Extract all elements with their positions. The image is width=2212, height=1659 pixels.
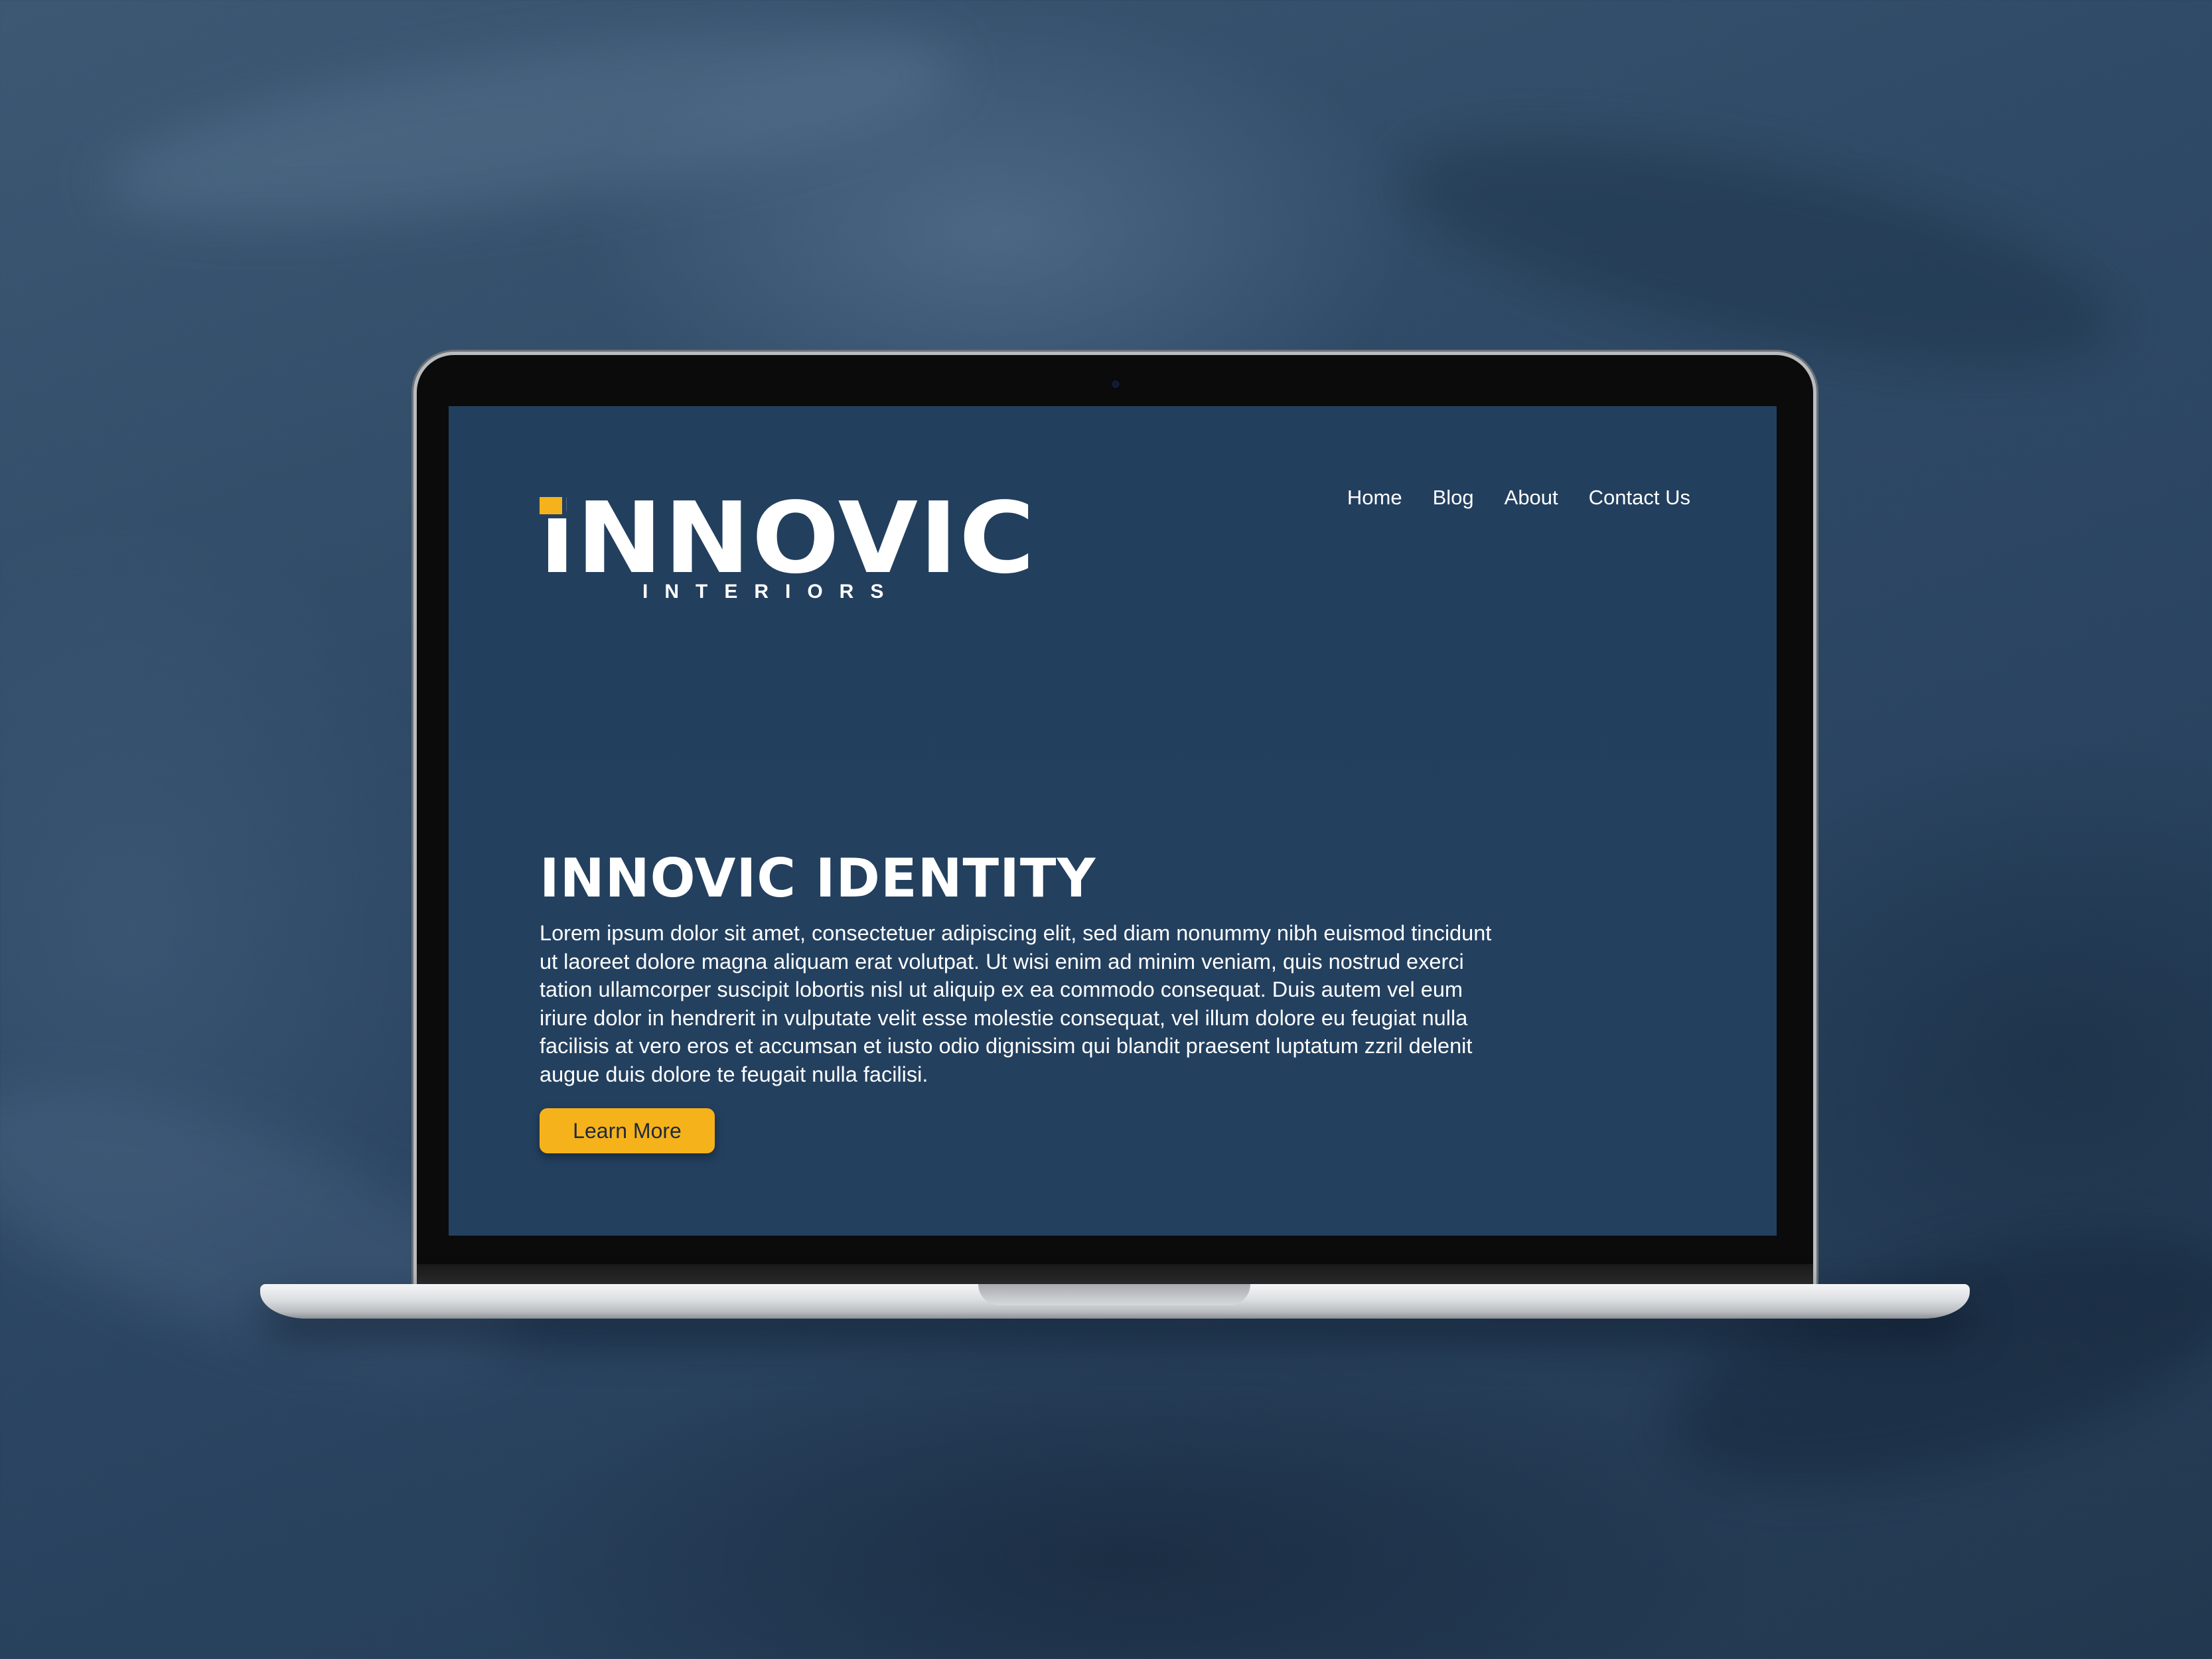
logo-accent-icon — [540, 497, 562, 514]
hero-body-text: Lorem ipsum dolor sit amet, consectetuer… — [540, 921, 1492, 1086]
background-fold — [94, 0, 968, 259]
webcam-icon — [1112, 380, 1120, 388]
hero-title: INNOVIC IDENTITY — [540, 847, 1096, 909]
nav-home[interactable]: Home — [1347, 486, 1402, 510]
learn-more-button[interactable]: Learn More — [540, 1108, 715, 1153]
nav-contact-us[interactable]: Contact Us — [1589, 486, 1690, 510]
nav-blog[interactable]: Blog — [1433, 486, 1474, 510]
logo-subtitle: INTERIORS — [642, 581, 901, 603]
screen-bezel-bottom — [417, 1264, 1813, 1284]
site-logo[interactable]: iNNOVIC INTERIORS — [540, 489, 1035, 603]
laptop-base — [260, 1284, 1970, 1319]
laptop-lid: iNNOVIC INTERIORS Home Blog About Contac… — [417, 355, 1813, 1284]
laptop-screen: iNNOVIC INTERIORS Home Blog About Contac… — [449, 406, 1777, 1236]
main-nav: Home Blog About Contact Us — [1347, 486, 1690, 510]
lid-open-notch — [978, 1284, 1250, 1305]
nav-about[interactable]: About — [1505, 486, 1558, 510]
logo-wordmark: iNNOVIC — [540, 481, 1037, 595]
